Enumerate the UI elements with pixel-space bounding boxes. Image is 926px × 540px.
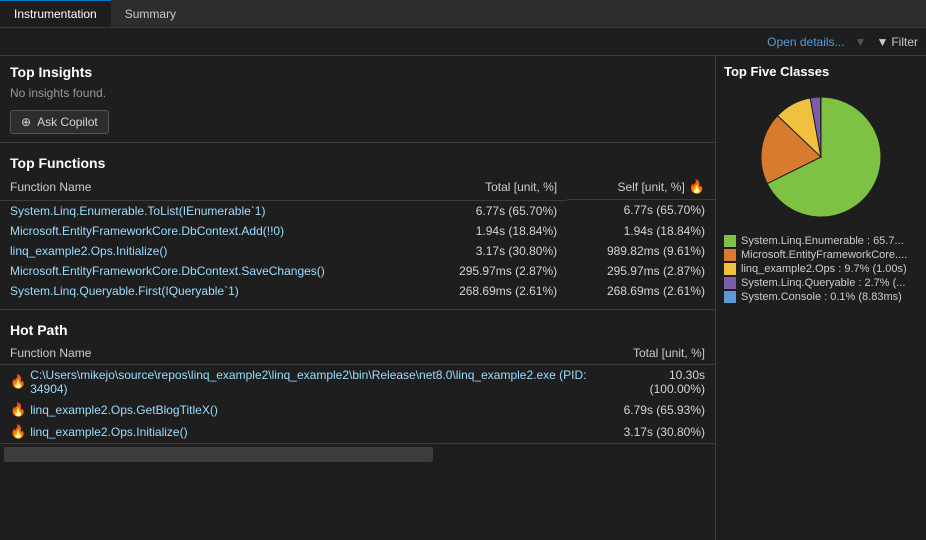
divider-2 <box>0 309 715 310</box>
legend-item: Microsoft.EntityFrameworkCore.... <box>724 249 918 261</box>
self-value: 1.94s (18.84%) <box>567 221 715 241</box>
legend-color-swatch <box>724 291 736 303</box>
legend-item: System.Linq.Enumerable : 65.7... <box>724 235 918 247</box>
left-panel: Top Insights No insights found. ⊕ Ask Co… <box>0 56 716 540</box>
filter-icon: ▼ <box>876 35 888 49</box>
legend-item: linq_example2.Ops : 9.7% (1.00s) <box>724 263 918 275</box>
chart-title: Top Five Classes <box>724 64 918 79</box>
hp-total-value: 6.79s (65.93%) <box>613 399 715 421</box>
ask-copilot-button[interactable]: ⊕ Ask Copilot <box>10 110 109 134</box>
legend-label: System.Linq.Enumerable : 65.7... <box>741 235 904 247</box>
tab-bar: Instrumentation Summary <box>0 0 926 28</box>
total-value: 268.69ms (2.61%) <box>419 281 567 301</box>
right-panel: Top Five Classes System.Linq.Enumerable … <box>716 56 926 540</box>
function-name[interactable]: Microsoft.EntityFrameworkCore.DbContext.… <box>0 221 419 241</box>
top-insights-title: Top Insights <box>0 56 715 84</box>
legend-color-swatch <box>724 235 736 247</box>
top-insights-message: No insights found. <box>0 84 715 106</box>
hot-path-section: Hot Path Function Name Total [unit, %] 🔥… <box>0 314 715 443</box>
table-row[interactable]: 🔥C:\Users\mikejo\source\repos\linq_examp… <box>0 364 715 399</box>
hp-function-name[interactable]: 🔥C:\Users\mikejo\source\repos\linq_examp… <box>0 365 613 399</box>
top-functions-section: Top Functions Function Name Total [unit,… <box>0 147 715 301</box>
legend-item: System.Linq.Queryable : 2.7% (... <box>724 277 918 289</box>
toolbar: Open details... ▼ ▼ Filter <box>0 28 926 56</box>
total-value: 1.94s (18.84%) <box>419 221 567 241</box>
table-row[interactable]: Microsoft.EntityFrameworkCore.DbContext.… <box>0 261 715 281</box>
total-value: 3.17s (30.80%) <box>419 241 567 261</box>
horizontal-scrollbar[interactable] <box>0 443 715 459</box>
legend-color-swatch <box>724 277 736 289</box>
legend-color-swatch <box>724 263 736 275</box>
self-value: 268.69ms (2.61%) <box>567 281 715 301</box>
function-name[interactable]: Microsoft.EntityFrameworkCore.DbContext.… <box>0 261 419 281</box>
tab-summary[interactable]: Summary <box>111 0 190 27</box>
hot-path-process-icon: 🔥 <box>10 374 26 390</box>
copilot-icon: ⊕ <box>21 115 31 129</box>
divider-1 <box>0 142 715 143</box>
legend-item: System.Console : 0.1% (8.83ms) <box>724 291 918 303</box>
tab-instrumentation[interactable]: Instrumentation <box>0 0 111 27</box>
hp-function-name[interactable]: 🔥linq_example2.Ops.GetBlogTitleX() <box>0 399 613 421</box>
function-name[interactable]: System.Linq.Enumerable.ToList(IEnumerabl… <box>0 200 419 221</box>
hp-function-name[interactable]: 🔥linq_example2.Ops.Initialize() <box>0 421 613 443</box>
hot-path-title: Hot Path <box>0 314 715 342</box>
table-row[interactable]: 🔥linq_example2.Ops.GetBlogTitleX() 6.79s… <box>0 399 715 421</box>
hot-path-table: Function Name Total [unit, %] 🔥C:\Users\… <box>0 342 715 443</box>
col-hp-function-name: Function Name <box>0 342 613 365</box>
function-name[interactable]: System.Linq.Queryable.First(IQueryable`1… <box>0 281 419 301</box>
hp-total-value: 10.30s (100.00%) <box>613 364 715 399</box>
legend-label: System.Linq.Queryable : 2.7% (... <box>741 277 905 289</box>
top-functions-title: Top Functions <box>0 147 715 175</box>
total-value: 295.97ms (2.87%) <box>419 261 567 281</box>
table-row[interactable]: 🔥linq_example2.Ops.Initialize() 3.17s (3… <box>0 421 715 443</box>
col-self: Self [unit, %] 🔥 <box>567 175 715 200</box>
main-layout: Top Insights No insights found. ⊕ Ask Co… <box>0 56 926 540</box>
chart-legend: System.Linq.Enumerable : 65.7... Microso… <box>724 235 918 305</box>
legend-color-swatch <box>724 249 736 261</box>
legend-label: linq_example2.Ops : 9.7% (1.00s) <box>741 263 907 275</box>
top-insights-section: Top Insights No insights found. ⊕ Ask Co… <box>0 56 715 134</box>
col-function-name: Function Name <box>0 175 419 200</box>
table-row[interactable]: Microsoft.EntityFrameworkCore.DbContext.… <box>0 221 715 241</box>
legend-label: System.Console : 0.1% (8.83ms) <box>741 291 902 303</box>
self-value: 295.97ms (2.87%) <box>567 261 715 281</box>
total-value: 6.77s (65.70%) <box>419 200 567 221</box>
fire-icon: 🔥 <box>689 179 705 195</box>
col-hp-total: Total [unit, %] <box>613 342 715 365</box>
table-row[interactable]: System.Linq.Enumerable.ToList(IEnumerabl… <box>0 200 715 221</box>
self-value: 989.82ms (9.61%) <box>567 241 715 261</box>
hp-total-value: 3.17s (30.80%) <box>613 421 715 443</box>
col-total: Total [unit, %] <box>419 175 567 200</box>
top-functions-table: Function Name Total [unit, %] Self [unit… <box>0 175 715 301</box>
open-details-link[interactable]: Open details... <box>767 35 844 49</box>
pie-chart <box>724 87 918 227</box>
self-value: 6.77s (65.70%) <box>567 200 715 221</box>
fire-row-icon: 🔥 <box>10 424 26 440</box>
filter-button[interactable]: ▼ Filter <box>876 35 918 49</box>
legend-label: Microsoft.EntityFrameworkCore.... <box>741 249 907 261</box>
table-row[interactable]: System.Linq.Queryable.First(IQueryable`1… <box>0 281 715 301</box>
table-row[interactable]: linq_example2.Ops.Initialize() 3.17s (30… <box>0 241 715 261</box>
fire-row-icon: 🔥 <box>10 402 26 418</box>
function-name[interactable]: linq_example2.Ops.Initialize() <box>0 241 419 261</box>
